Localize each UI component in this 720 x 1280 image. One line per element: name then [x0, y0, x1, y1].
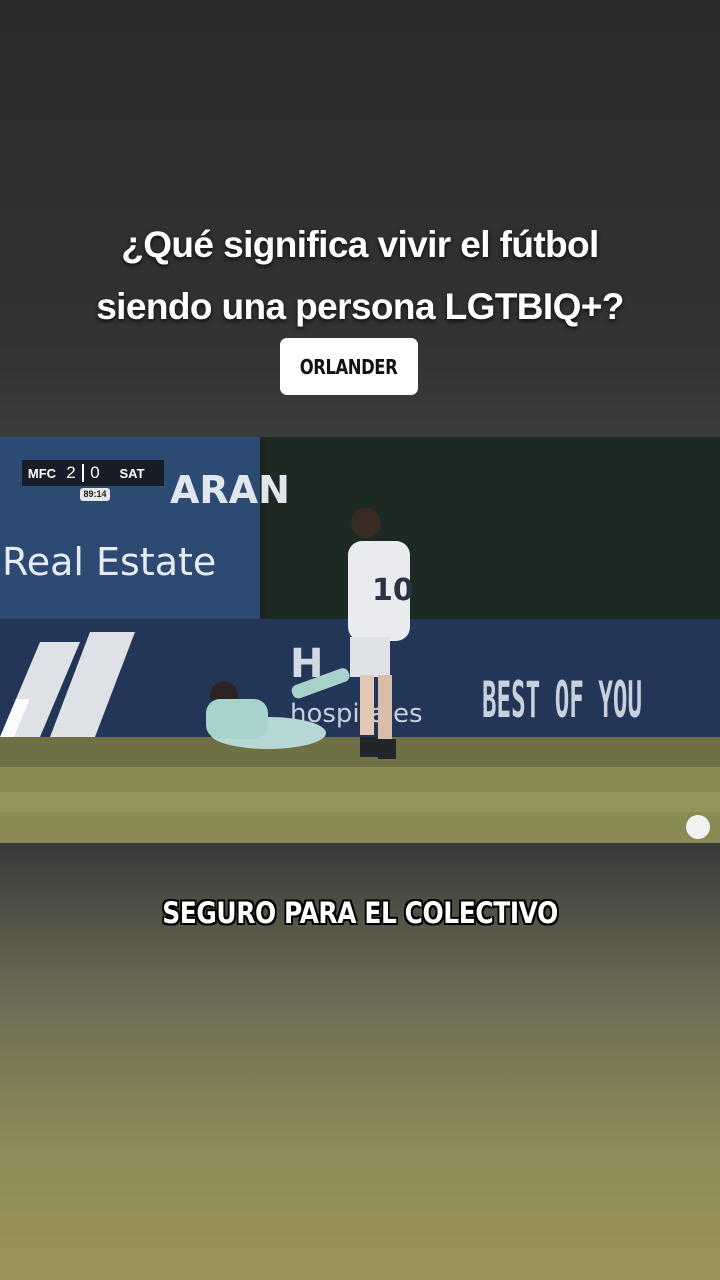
banner-text: Real Estate — [2, 540, 216, 584]
board-text: BEST OF YOU — [482, 671, 642, 729]
scoreboard-row: MFC 2 0 SAT — [22, 460, 164, 486]
brand-label: ORLANDER — [300, 354, 398, 379]
scoreboard: MFC 2 0 SAT 89:14 — [22, 460, 164, 504]
ball — [686, 815, 710, 839]
player-10-head — [351, 508, 381, 538]
score-divider — [82, 464, 84, 482]
home-score: 2 — [66, 463, 76, 482]
caption-text: SEGURO PARA EL COLECTIVO — [162, 896, 558, 930]
away-team: SAT — [119, 465, 145, 481]
banner-fragment: ARAN — [170, 468, 290, 512]
headline: ¿Qué significa vivir el fútbol siendo un… — [0, 214, 720, 338]
headline-line-1: ¿Qué significa vivir el fútbol — [121, 224, 599, 265]
home-team: MFC — [27, 465, 57, 481]
jersey-number: 10 — [372, 573, 414, 608]
match-clock: 89:14 — [80, 488, 110, 501]
headline-line-2: siendo una persona LGTBIQ+? — [96, 286, 624, 327]
subtitle-caption: SEGURO PARA EL COLECTIVO — [0, 896, 720, 930]
away-score: 0 — [90, 463, 100, 482]
brand-badge[interactable]: ORLANDER — [280, 338, 418, 395]
